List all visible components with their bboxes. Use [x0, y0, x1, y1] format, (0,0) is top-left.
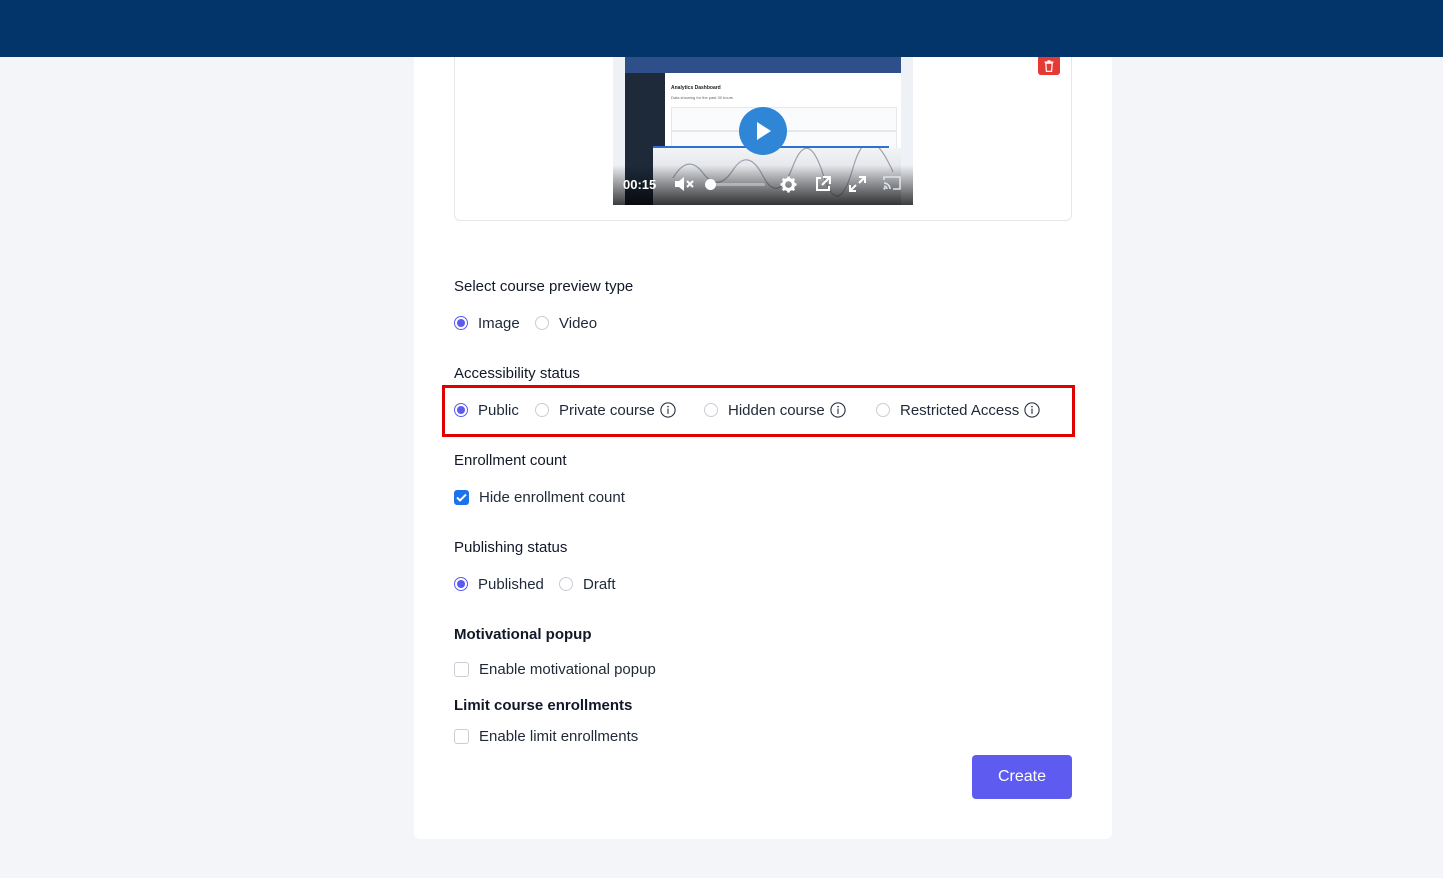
limit-enrollments-label: Limit course enrollments [454, 697, 633, 714]
motivational-popup-label: Motivational popup [454, 626, 592, 643]
radio-public-label: Public [478, 401, 519, 419]
top-nav-bar [0, 0, 1443, 57]
accessibility-status-label: Accessibility status [454, 365, 580, 382]
play-icon [757, 122, 771, 140]
hide-enrollment-count-label: Hide enrollment count [479, 488, 625, 506]
play-button[interactable] [739, 107, 787, 155]
hide-enrollment-count-checkbox[interactable] [454, 489, 469, 505]
radio-video-label: Video [559, 314, 598, 332]
check-icon [456, 493, 467, 502]
delete-video-button[interactable] [1038, 57, 1060, 75]
radio-private-course[interactable]: Private course [535, 400, 676, 420]
radio-private-course-control[interactable] [535, 403, 549, 417]
radio-draft[interactable]: Draft [559, 574, 616, 594]
video-frame-subtitle: Data showing for the past 30 hours [671, 95, 734, 100]
enable-motivational-popup-label: Enable motivational popup [479, 660, 656, 678]
radio-restricted-access[interactable]: Restricted Access [876, 400, 1040, 420]
enable-limit-enrollments-checkbox[interactable] [454, 728, 469, 744]
publishing-status-label: Publishing status [454, 539, 568, 556]
create-button[interactable]: Create [972, 755, 1072, 799]
hide-enrollment-count-option[interactable]: Hide enrollment count [454, 487, 625, 507]
info-icon[interactable] [1024, 402, 1040, 418]
popout-icon[interactable] [815, 176, 831, 192]
enable-motivational-popup-option[interactable]: Enable motivational popup [454, 659, 656, 679]
radio-published[interactable]: Published [454, 574, 544, 594]
radio-private-course-label: Private course [559, 401, 655, 419]
enrollment-count-label: Enrollment count [454, 452, 567, 469]
info-icon[interactable] [660, 402, 676, 418]
radio-image-control[interactable] [454, 316, 468, 330]
video-time: 00:15 [623, 177, 657, 192]
preview-type-label: Select course preview type [454, 278, 634, 295]
radio-image-label: Image [478, 314, 520, 332]
video-preview-box: Analytics Dashboard Data showing for the… [454, 57, 1072, 221]
radio-restricted-access-control[interactable] [876, 403, 890, 417]
enable-limit-enrollments-option[interactable]: Enable limit enrollments [454, 726, 638, 746]
radio-image[interactable]: Image [454, 313, 520, 333]
radio-public[interactable]: Public [454, 400, 519, 420]
settings-icon[interactable] [780, 176, 797, 193]
volume-slider-knob[interactable] [705, 179, 716, 190]
radio-published-control[interactable] [454, 577, 468, 591]
radio-published-label: Published [478, 575, 544, 593]
radio-restricted-access-label: Restricted Access [900, 401, 1020, 419]
trash-icon [1044, 60, 1054, 72]
info-icon[interactable] [830, 402, 846, 418]
fullscreen-icon[interactable] [849, 176, 866, 192]
radio-video-control[interactable] [535, 316, 549, 330]
radio-video[interactable]: Video [535, 313, 597, 333]
enable-limit-enrollments-label: Enable limit enrollments [479, 727, 639, 745]
radio-draft-control[interactable] [559, 577, 573, 591]
cast-icon[interactable] [883, 176, 901, 190]
radio-hidden-course-control[interactable] [704, 403, 718, 417]
enable-motivational-popup-checkbox[interactable] [454, 661, 469, 677]
radio-draft-label: Draft [583, 575, 616, 593]
video-frame-title: Analytics Dashboard [671, 85, 721, 91]
radio-hidden-course-label: Hidden course [728, 401, 825, 419]
radio-public-control[interactable] [454, 403, 468, 417]
video-player[interactable]: Analytics Dashboard Data showing for the… [613, 57, 913, 205]
video-frame-header [625, 57, 901, 73]
mute-icon[interactable] [674, 176, 694, 192]
volume-track[interactable] [713, 183, 765, 186]
radio-hidden-course[interactable]: Hidden course [704, 400, 846, 420]
course-settings-card: Analytics Dashboard Data showing for the… [414, 57, 1112, 839]
